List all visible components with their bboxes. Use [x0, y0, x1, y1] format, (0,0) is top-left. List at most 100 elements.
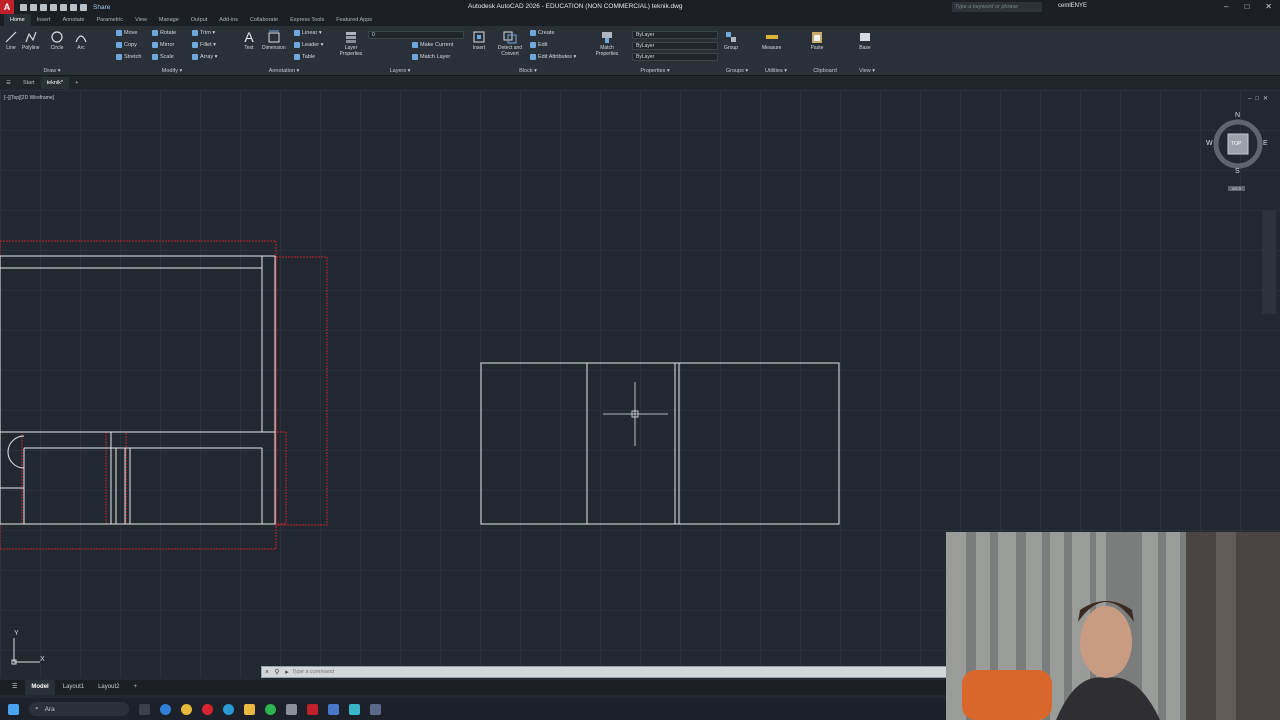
new-tab-plus-icon[interactable]: +: [69, 77, 84, 89]
layer-properties-button[interactable]: Layer Properties: [336, 30, 366, 57]
tab-express-tools[interactable]: Express Tools: [284, 14, 330, 26]
move-button[interactable]: Move: [116, 30, 137, 36]
fillet-button[interactable]: Fillet ▾: [192, 42, 216, 48]
tab-parametric[interactable]: Parametric: [90, 14, 129, 26]
polyline-button[interactable]: Polyline: [22, 30, 40, 51]
opera-icon[interactable]: [202, 703, 213, 715]
viewport-close-button[interactable]: ✕: [1263, 96, 1272, 102]
plot-icon[interactable]: [60, 3, 67, 11]
base-view-button[interactable]: Base: [858, 30, 872, 51]
navigation-bar[interactable]: [1262, 210, 1276, 314]
match-layer-button[interactable]: Match Layer: [412, 54, 450, 60]
spotify-icon[interactable]: [265, 703, 276, 715]
tab-manage[interactable]: Manage: [153, 14, 185, 26]
tab-collaborate[interactable]: Collaborate: [244, 14, 284, 26]
app3-icon[interactable]: [349, 703, 360, 715]
modify-panel-label[interactable]: Modify ▾: [108, 68, 236, 74]
edit-attributes-button[interactable]: Edit Attributes ▾: [530, 54, 576, 60]
open-file-icon[interactable]: [30, 3, 37, 11]
wcs-menu[interactable]: WCS: [1228, 186, 1246, 191]
group-button[interactable]: Group: [724, 30, 738, 51]
tab-featured-apps[interactable]: Featured Apps: [330, 14, 378, 26]
add-layout-plus-icon[interactable]: +: [127, 680, 143, 695]
autocad-icon[interactable]: [307, 703, 318, 715]
share-button[interactable]: Share: [93, 4, 110, 11]
table-button[interactable]: Table: [294, 54, 315, 60]
groups-panel-label[interactable]: Groups ▾: [722, 68, 752, 74]
paste-button[interactable]: Paste: [810, 30, 824, 51]
browser-icon[interactable]: [223, 703, 234, 715]
tab-output[interactable]: Output: [185, 14, 214, 26]
insert-block-button[interactable]: Insert: [472, 30, 486, 51]
linear-dim-button[interactable]: Linear ▾: [294, 30, 322, 36]
block-panel-label[interactable]: Block ▾: [470, 68, 586, 74]
viewport-restore-button[interactable]: □: [1255, 96, 1263, 102]
detect-convert-button[interactable]: Detect and Convert: [494, 30, 526, 57]
viewcube[interactable]: TOP N S E W WCS: [1206, 112, 1268, 194]
text-button[interactable]: A Text: [242, 30, 256, 51]
leader-button[interactable]: Leader ▾: [294, 42, 323, 48]
help-search-input[interactable]: Type a keyword or phrase: [952, 2, 1042, 12]
file-tab-start[interactable]: Start: [17, 77, 41, 89]
windows-start-icon[interactable]: [8, 703, 19, 715]
dimension-button[interactable]: Dimension: [262, 30, 286, 51]
edge-icon[interactable]: [160, 703, 171, 715]
stretch-button[interactable]: Stretch: [116, 54, 141, 60]
match-properties-button[interactable]: Match Properties: [592, 30, 622, 57]
rotate-button[interactable]: Rotate: [152, 30, 176, 36]
user-account[interactable]: cemlENYE: [1058, 3, 1087, 9]
mirror-button[interactable]: Mirror: [152, 42, 174, 48]
utilities-panel-label[interactable]: Utilities ▾: [756, 68, 796, 74]
tab-insert[interactable]: Insert: [31, 14, 57, 26]
command-close-icon[interactable]: ×: [262, 669, 272, 676]
linetype-dropdown[interactable]: ByLayer: [632, 42, 718, 50]
save-as-icon[interactable]: [50, 3, 57, 11]
taskview-icon[interactable]: [139, 703, 150, 715]
measure-button[interactable]: Measure: [762, 30, 781, 51]
viewport-label[interactable]: [–][Top][2D Wireframe]: [4, 95, 54, 101]
properties-panel-label[interactable]: Properties ▾: [590, 68, 720, 74]
compass-west[interactable]: W: [1206, 140, 1213, 147]
minimize-button[interactable]: –: [1224, 2, 1228, 11]
tab-home[interactable]: Home: [4, 14, 31, 26]
clipboard-panel-label[interactable]: Clipboard: [800, 68, 850, 74]
color-dropdown[interactable]: ByLayer: [632, 31, 718, 39]
tab-layout1[interactable]: Layout1: [57, 680, 90, 695]
app2-icon[interactable]: [328, 703, 339, 715]
trim-button[interactable]: Trim ▾: [192, 30, 215, 36]
layer-dropdown[interactable]: 0: [368, 31, 464, 39]
array-button[interactable]: Array ▾: [192, 54, 217, 60]
autocad-app-icon[interactable]: A: [0, 0, 14, 14]
maximize-button[interactable]: □: [1244, 2, 1249, 11]
viewcube-top[interactable]: TOP: [1231, 141, 1241, 147]
copy-button[interactable]: Copy: [116, 42, 137, 48]
app4-icon[interactable]: [370, 703, 381, 715]
make-current-button[interactable]: Make Current: [412, 42, 453, 48]
menu-icon[interactable]: ☰: [0, 77, 17, 89]
tab-annotate[interactable]: Annotate: [56, 14, 90, 26]
circle-button[interactable]: Circle: [50, 30, 64, 51]
close-button[interactable]: ✕: [1265, 2, 1272, 11]
arc-button[interactable]: Arc: [74, 30, 88, 51]
tab-view[interactable]: View: [129, 14, 153, 26]
scale-button[interactable]: Scale: [152, 54, 174, 60]
tab-add-ins[interactable]: Add-ins: [213, 14, 244, 26]
compass-east[interactable]: E: [1263, 140, 1268, 147]
compass-south[interactable]: S: [1235, 168, 1240, 175]
create-block-button[interactable]: Create: [530, 30, 555, 36]
redo-icon[interactable]: [80, 3, 87, 11]
lineweight-dropdown[interactable]: ByLayer: [632, 53, 718, 61]
compass-north[interactable]: N: [1235, 112, 1240, 119]
edit-block-button[interactable]: Edit: [530, 42, 547, 48]
taskbar-search[interactable]: ⌕ Ara: [29, 702, 129, 716]
undo-icon[interactable]: [70, 3, 77, 11]
app-icon[interactable]: [286, 703, 297, 715]
draw-panel-label[interactable]: Draw ▾: [2, 68, 102, 74]
new-file-icon[interactable]: [20, 3, 27, 11]
annotation-panel-label[interactable]: Annotation ▾: [240, 68, 328, 74]
layers-panel-label[interactable]: Layers ▾: [334, 68, 466, 74]
command-customize-icon[interactable]: ⚲: [272, 668, 282, 676]
line-button[interactable]: Line: [4, 30, 18, 51]
file-tab-teknik[interactable]: teknik*: [40, 77, 70, 89]
view-panel-label[interactable]: View ▾: [852, 68, 882, 74]
